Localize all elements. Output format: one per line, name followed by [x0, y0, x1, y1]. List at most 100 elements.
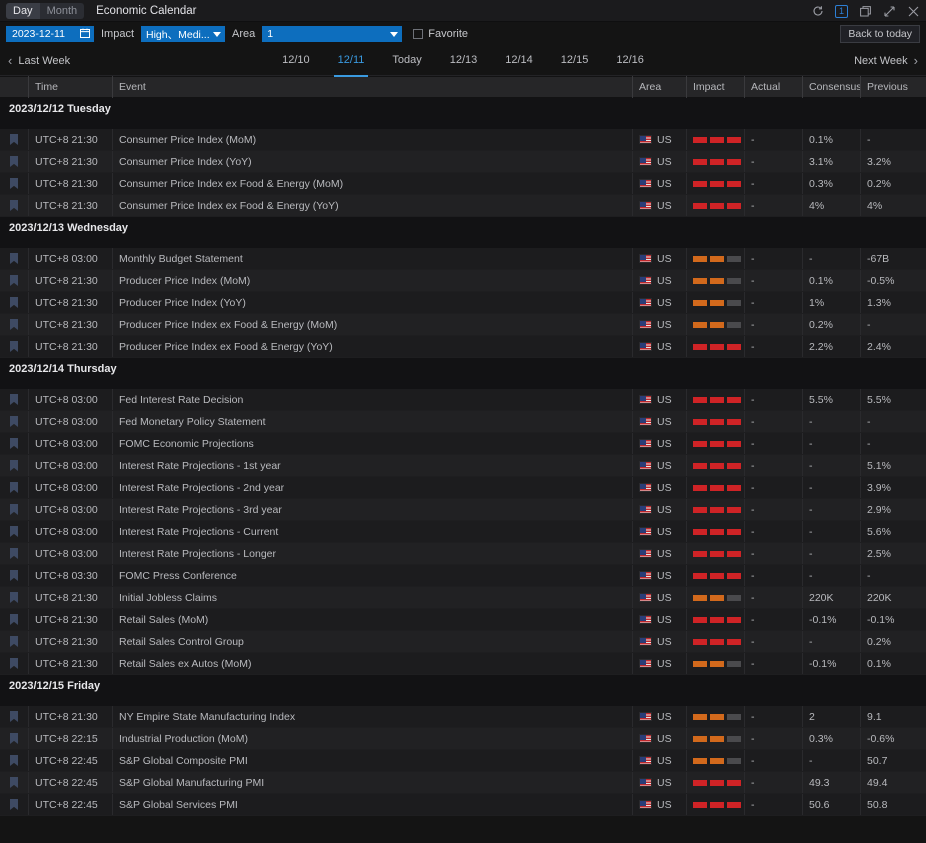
event-actual: - [744, 587, 802, 608]
impact-filter-select[interactable]: High、Medi... [141, 26, 226, 42]
view-mode-month[interactable]: Month [40, 3, 85, 19]
event-impact [686, 794, 744, 815]
table-row[interactable]: UTC+8 21:30 Producer Price Index ex Food … [0, 314, 926, 336]
day-tab-12-16[interactable]: 12/16 [615, 49, 645, 72]
bookmark-icon[interactable] [10, 711, 18, 722]
header-col-previous[interactable]: Previous [860, 76, 922, 98]
table-row[interactable]: UTC+8 22:45 S&P Global Manufacturing PMI U… [0, 772, 926, 794]
table-row[interactable]: UTC+8 21:30 NY Empire State Manufacturing… [0, 706, 926, 728]
bookmark-icon[interactable] [10, 156, 18, 167]
table-row[interactable]: UTC+8 21:30 Producer Price Index (YoY) US -… [0, 292, 926, 314]
table-row[interactable]: UTC+8 22:45 S&P Global Services PMI US -50.… [0, 794, 926, 816]
next-week-button[interactable]: Next Week › [854, 54, 918, 67]
us-flag-icon [639, 439, 652, 448]
bookmark-icon[interactable] [10, 636, 18, 647]
expand-icon[interactable] [883, 5, 896, 18]
day-tab-12-11[interactable]: 12/11 [333, 49, 369, 77]
favorite-filter[interactable]: Favorite [413, 28, 468, 40]
table-row[interactable]: UTC+8 03:00 Interest Rate Projections - 3… [0, 499, 926, 521]
refresh-icon[interactable] [811, 5, 824, 18]
close-icon[interactable] [907, 5, 920, 18]
table-row[interactable]: UTC+8 22:45 S&P Global Composite PMI US - -5… [0, 750, 926, 772]
bookmark-icon[interactable] [10, 548, 18, 559]
table-row[interactable]: UTC+8 21:30 Retail Sales ex Autos (MoM) US… [0, 653, 926, 675]
day-tab-12-14[interactable]: 12/14 [504, 49, 534, 72]
bookmark-icon[interactable] [10, 777, 18, 788]
bookmark-icon[interactable] [10, 275, 18, 286]
view-mode-toggle[interactable]: Day Month [6, 2, 85, 19]
impact-indicator [693, 779, 741, 786]
bookmark-icon[interactable] [10, 438, 18, 449]
table-row[interactable]: UTC+8 03:00 Interest Rate Projections - L… [0, 543, 926, 565]
back-to-today-button[interactable]: Back to today [840, 25, 920, 43]
bookmark-icon[interactable] [10, 733, 18, 744]
bookmark-icon[interactable] [10, 394, 18, 405]
bookmark-icon[interactable] [10, 200, 18, 211]
area-filter-select[interactable]: 1 [262, 26, 403, 42]
bookmark-icon[interactable] [10, 504, 18, 515]
table-row[interactable]: UTC+8 21:30 Producer Price Index (MoM) US -… [0, 270, 926, 292]
bookmark-icon[interactable] [10, 526, 18, 537]
bookmark-icon[interactable] [10, 658, 18, 669]
view-mode-day[interactable]: Day [6, 2, 40, 19]
table-row[interactable]: UTC+8 03:00 Fed Monetary Policy Statement… [0, 411, 926, 433]
header-col-time[interactable]: Time [28, 76, 112, 98]
day-tab-12-10[interactable]: 12/10 [281, 49, 311, 72]
favorite-checkbox[interactable] [413, 29, 424, 39]
bookmark-icon[interactable] [10, 416, 18, 427]
bookmark-icon[interactable] [10, 253, 18, 264]
event-actual: - [744, 706, 802, 727]
event-consensus: 2.2% [802, 336, 860, 357]
bookmark-icon[interactable] [10, 460, 18, 471]
table-row[interactable]: UTC+8 03:00 Fed Interest Rate Decision US -… [0, 389, 926, 411]
impact-bar [693, 660, 707, 667]
table-row[interactable]: UTC+8 03:00 Interest Rate Projections - 1… [0, 455, 926, 477]
impact-indicator [693, 202, 741, 209]
bookmark-icon[interactable] [10, 134, 18, 145]
table-row[interactable]: UTC+8 03:00 Interest Rate Projections - C… [0, 521, 926, 543]
table-row[interactable]: UTC+8 21:30 Consumer Price Index ex Food … [0, 195, 926, 217]
table-row[interactable]: UTC+8 03:00 Monthly Budget Statement US - - -… [0, 248, 926, 270]
table-row[interactable]: UTC+8 03:00 FOMC Economic Projections US - -… [0, 433, 926, 455]
header-col-event[interactable]: Event [112, 76, 632, 98]
bookmark-icon[interactable] [10, 570, 18, 581]
chevron-right-icon: › [913, 53, 918, 68]
bookmark-icon[interactable] [10, 319, 18, 330]
bookmark-icon[interactable] [10, 341, 18, 352]
table-row[interactable]: UTC+8 21:30 Retail Sales Control Group US -… [0, 631, 926, 653]
bookmark-icon[interactable] [10, 592, 18, 603]
bookmark-icon[interactable] [10, 297, 18, 308]
restore-icon[interactable] [859, 5, 872, 18]
day-tab-12-13[interactable]: 12/13 [449, 49, 479, 72]
table-row[interactable]: UTC+8 03:00 Interest Rate Projections - 2… [0, 477, 926, 499]
table-row[interactable]: UTC+8 21:30 Producer Price Index ex Food … [0, 336, 926, 358]
table-row[interactable]: UTC+8 21:30 Initial Jobless Claims US -220K… [0, 587, 926, 609]
header-col-impact[interactable]: Impact [686, 76, 744, 98]
table-row[interactable]: UTC+8 21:30 Consumer Price Index ex Food … [0, 173, 926, 195]
window-count-badge[interactable]: 1 [835, 4, 848, 18]
area-flag-wrap: US [639, 526, 672, 538]
table-row[interactable]: UTC+8 21:30 Consumer Price Index (YoY) US -… [0, 151, 926, 173]
bookmark-cell [0, 728, 28, 749]
bookmark-icon[interactable] [10, 178, 18, 189]
bookmark-icon[interactable] [10, 482, 18, 493]
header-col-actual[interactable]: Actual [744, 76, 802, 98]
event-area: US [632, 433, 686, 454]
impact-bar [693, 202, 707, 209]
event-impact [686, 270, 744, 291]
table-row[interactable]: UTC+8 21:30 Consumer Price Index (MoM) US -… [0, 129, 926, 151]
bookmark-cell [0, 151, 28, 172]
header-col-consensus[interactable]: Consensus [802, 76, 860, 98]
day-tab-today[interactable]: Today [391, 49, 422, 72]
table-row[interactable]: UTC+8 03:30 FOMC Press Conference US - - - [0, 565, 926, 587]
impact-indicator [693, 660, 741, 667]
header-col-mark[interactable] [0, 76, 28, 98]
bookmark-icon[interactable] [10, 755, 18, 766]
date-picker[interactable]: 2023-12-11 [6, 26, 94, 42]
day-tab-12-15[interactable]: 12/15 [560, 49, 590, 72]
table-row[interactable]: UTC+8 21:30 Retail Sales (MoM) US - -0.1% -0.… [0, 609, 926, 631]
bookmark-icon[interactable] [10, 799, 18, 810]
header-col-area[interactable]: Area [632, 76, 686, 98]
table-row[interactable]: UTC+8 22:15 Industrial Production (MoM) US… [0, 728, 926, 750]
bookmark-icon[interactable] [10, 614, 18, 625]
